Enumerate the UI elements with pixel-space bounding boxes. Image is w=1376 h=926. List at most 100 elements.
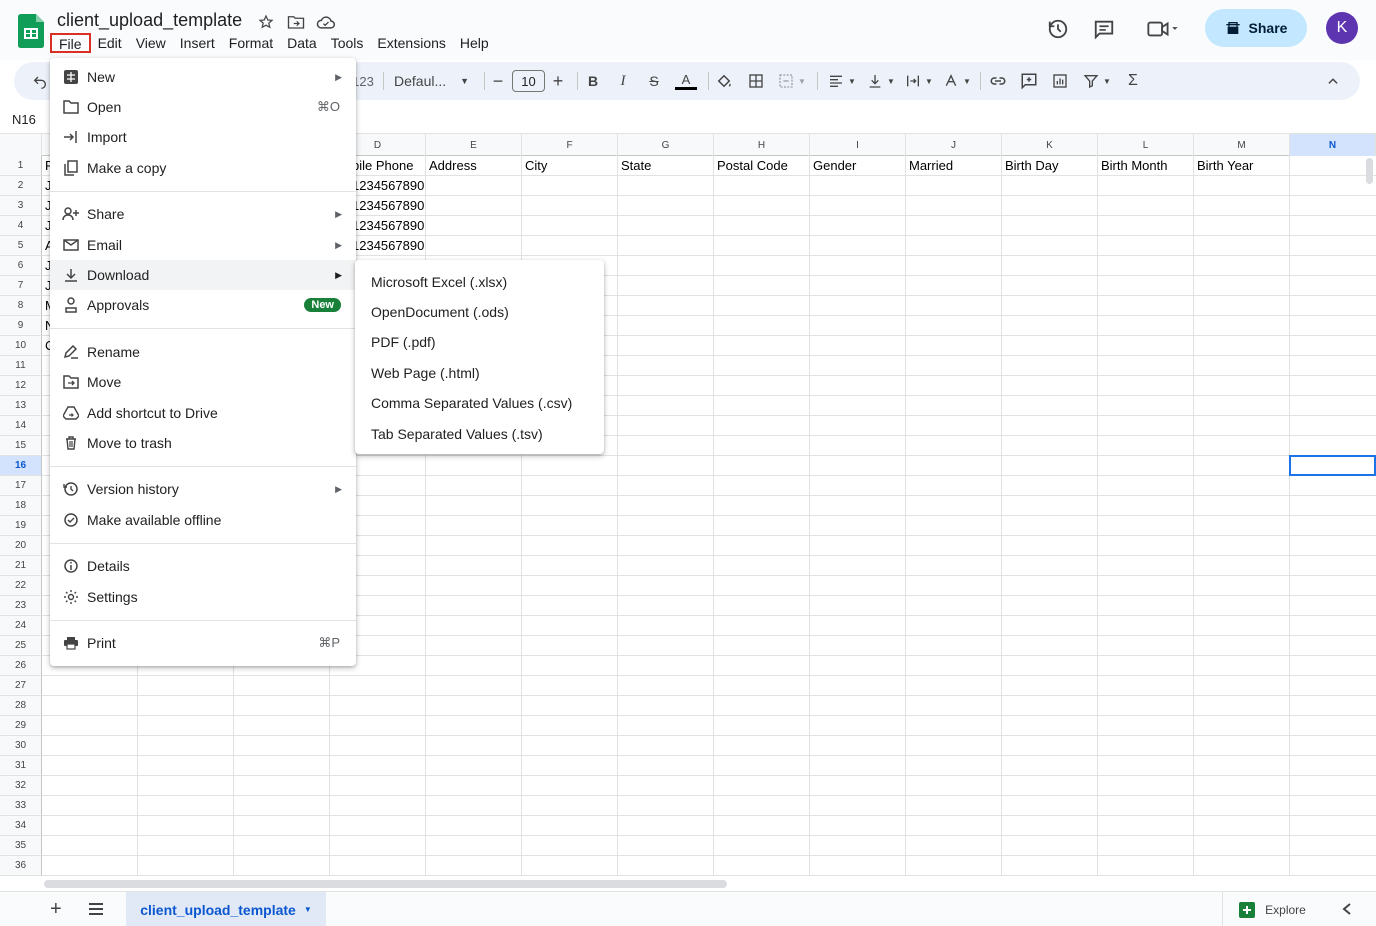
menu-item-rename[interactable]: Rename [50,337,356,367]
row-header[interactable]: 28 [0,696,42,716]
row-header[interactable]: 10 [0,336,42,356]
vertical-scroll-thumb[interactable] [1366,158,1373,184]
menu-item-version-history[interactable]: Version history ▶ [50,474,356,504]
sheet-tab[interactable]: client_upload_template ▼ [126,892,326,926]
row-header[interactable]: 26 [0,656,42,676]
download-xlsx[interactable]: Microsoft Excel (.xlsx) [371,267,507,297]
vertical-scrollbar[interactable] [1362,156,1376,876]
text-rotation-icon[interactable]: ▼ [942,71,972,91]
merge-cells-icon[interactable]: ▼ [777,71,807,91]
functions-icon[interactable]: Σ [1124,71,1142,91]
row-header[interactable]: 20 [0,536,42,556]
cell-f1[interactable]: City [522,156,618,176]
column-header-m[interactable]: M [1194,134,1290,156]
menu-item-make-copy[interactable]: Make a copy [50,153,356,183]
vertical-align-icon[interactable]: ▼ [866,71,896,91]
cell-h1[interactable]: Postal Code [714,156,810,176]
menu-format[interactable]: Format [222,33,280,53]
cell-g1[interactable]: State [618,156,714,176]
menu-view[interactable]: View [129,33,173,53]
menu-tools[interactable]: Tools [324,33,371,53]
bold-button[interactable]: B [585,71,601,91]
share-button[interactable]: Share [1205,9,1307,47]
horizontal-scrollbar[interactable] [42,877,1362,891]
borders-icon[interactable] [747,71,765,91]
row-header[interactable]: 32 [0,776,42,796]
insert-link-icon[interactable] [988,71,1008,91]
row-header[interactable]: 35 [0,836,42,856]
increase-font-size-icon[interactable]: + [550,71,566,91]
meet-icon[interactable] [1143,16,1183,42]
horizontal-scroll-thumb[interactable] [44,880,727,888]
row-header[interactable]: 21 [0,556,42,576]
row-header[interactable]: 15 [0,436,42,456]
font-family-select[interactable]: Defaul... ▼ [394,71,474,91]
side-panel-toggle-icon[interactable] [1341,902,1353,921]
menu-item-import[interactable]: Import [50,122,356,152]
account-avatar[interactable]: K [1326,12,1358,44]
fill-color-icon[interactable] [714,71,734,91]
row-header[interactable]: 3 [0,196,42,216]
row-header[interactable]: 22 [0,576,42,596]
column-header-i[interactable]: I [810,134,906,156]
cell-e1[interactable]: Address [426,156,522,176]
italic-button[interactable]: I [615,71,631,91]
menu-extensions[interactable]: Extensions [370,33,452,53]
row-header[interactable]: 34 [0,816,42,836]
add-sheet-icon[interactable]: + [50,899,62,919]
row-header[interactable]: 16 [0,456,42,476]
cell-j1[interactable]: Married [906,156,1002,176]
column-header-j[interactable]: J [906,134,1002,156]
menu-item-print[interactable]: Print ⌘P [50,628,356,658]
collapse-toolbar-icon[interactable] [1324,71,1342,91]
cell-m1[interactable]: Birth Year [1194,156,1290,176]
comments-icon[interactable] [1091,16,1117,42]
download-ods[interactable]: OpenDocument (.ods) [371,297,509,327]
row-header[interactable]: 2 [0,176,42,196]
text-wrap-icon[interactable]: ▼ [904,71,934,91]
row-header[interactable]: 19 [0,516,42,536]
menu-item-approvals[interactable]: Approvals New [50,290,356,320]
document-title[interactable]: client_upload_template [57,10,242,31]
row-header[interactable]: 9 [0,316,42,336]
menu-data[interactable]: Data [280,33,324,53]
menu-item-settings[interactable]: Settings [50,582,356,612]
column-header-g[interactable]: G [618,134,714,156]
cell-i1[interactable]: Gender [810,156,906,176]
menu-item-trash[interactable]: Move to trash [50,428,356,458]
move-folder-icon[interactable] [286,12,306,32]
row-header[interactable]: 8 [0,296,42,316]
column-header-k[interactable]: K [1002,134,1098,156]
name-box[interactable]: N16 [12,112,36,127]
row-header[interactable]: 6 [0,256,42,276]
cell-d1[interactable]: bile Phone [352,156,426,176]
row-header[interactable]: 14 [0,416,42,436]
menu-file[interactable]: File [50,33,91,53]
column-header-h[interactable]: H [714,134,810,156]
row-header[interactable]: 17 [0,476,42,496]
column-header-e[interactable]: E [426,134,522,156]
menu-item-new[interactable]: New ▶ [50,62,356,92]
insert-chart-icon[interactable] [1050,71,1070,91]
row-header[interactable]: 33 [0,796,42,816]
undo-icon[interactable] [30,71,50,91]
row-header[interactable]: 30 [0,736,42,756]
row-header[interactable]: 5 [0,236,42,256]
chevron-down-icon[interactable]: ▼ [304,905,312,914]
sheets-logo-icon[interactable] [18,14,44,48]
menu-help[interactable]: Help [453,33,496,53]
filter-icon[interactable]: ▼ [1081,71,1113,91]
menu-item-move[interactable]: Move [50,367,356,397]
menu-item-download[interactable]: Download ▶ [50,260,356,290]
download-html[interactable]: Web Page (.html) [371,358,480,388]
explore-button[interactable]: Explore [1222,892,1322,926]
row-header[interactable]: 29 [0,716,42,736]
row-header[interactable]: 1 [0,156,42,176]
row-header[interactable]: 31 [0,756,42,776]
menu-item-offline[interactable]: Make available offline [50,505,356,535]
download-csv[interactable]: Comma Separated Values (.csv) [371,388,572,418]
menu-item-share[interactable]: Share ▶ [50,199,356,229]
row-header[interactable]: 23 [0,596,42,616]
menu-edit[interactable]: Edit [91,33,129,53]
menu-insert[interactable]: Insert [173,33,222,53]
